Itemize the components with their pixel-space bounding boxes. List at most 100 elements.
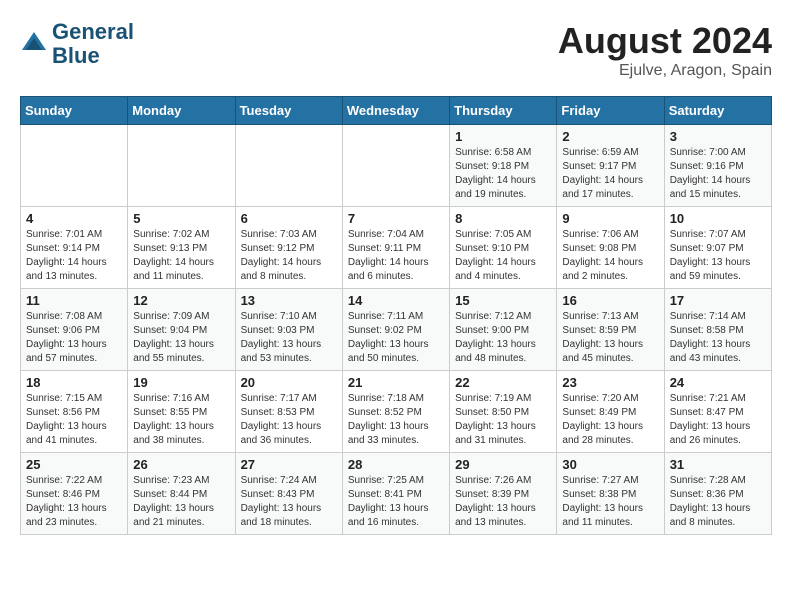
day-number: 18	[26, 375, 122, 390]
calendar-cell: 31 Sunrise: 7:28 AMSunset: 8:36 PMDayligh…	[664, 453, 771, 535]
weekday-header: Saturday	[664, 97, 771, 125]
calendar-table: SundayMondayTuesdayWednesdayThursdayFrid…	[20, 96, 772, 535]
day-info: Sunrise: 7:01 AMSunset: 9:14 PMDaylight:…	[26, 228, 122, 284]
calendar-cell: 27 Sunrise: 7:24 AMSunset: 8:43 PMDayligh…	[235, 453, 342, 535]
weekday-header: Thursday	[450, 97, 557, 125]
header-row: SundayMondayTuesdayWednesdayThursdayFrid…	[21, 97, 772, 125]
calendar-cell: 20 Sunrise: 7:17 AMSunset: 8:53 PMDayligh…	[235, 371, 342, 453]
day-info: Sunrise: 7:16 AMSunset: 8:55 PMDaylight:…	[133, 392, 229, 448]
day-info: Sunrise: 7:17 AMSunset: 8:53 PMDaylight:…	[241, 392, 337, 448]
calendar-cell: 3 Sunrise: 7:00 AMSunset: 9:16 PMDaylight…	[664, 125, 771, 207]
calendar-cell: 10 Sunrise: 7:07 AMSunset: 9:07 PMDayligh…	[664, 207, 771, 289]
day-info: Sunrise: 7:28 AMSunset: 8:36 PMDaylight:…	[670, 474, 766, 530]
day-number: 6	[241, 211, 337, 226]
day-info: Sunrise: 7:26 AMSunset: 8:39 PMDaylight:…	[455, 474, 551, 530]
day-info: Sunrise: 7:27 AMSunset: 8:38 PMDaylight:…	[562, 474, 658, 530]
calendar-cell	[128, 125, 235, 207]
calendar-cell: 6 Sunrise: 7:03 AMSunset: 9:12 PMDaylight…	[235, 207, 342, 289]
day-info: Sunrise: 7:03 AMSunset: 9:12 PMDaylight:…	[241, 228, 337, 284]
day-number: 17	[670, 293, 766, 308]
logo-line2: Blue	[52, 44, 134, 68]
calendar-cell: 16 Sunrise: 7:13 AMSunset: 8:59 PMDayligh…	[557, 289, 664, 371]
day-number: 8	[455, 211, 551, 226]
day-info: Sunrise: 7:12 AMSunset: 9:00 PMDaylight:…	[455, 310, 551, 366]
calendar-week-row: 18Sunrise: 7:15 AMSunset: 8:56 PMDayligh…	[21, 371, 772, 453]
day-info: Sunrise: 6:59 AMSunset: 9:17 PMDaylight:…	[562, 146, 658, 202]
day-info: Sunrise: 7:19 AMSunset: 8:50 PMDaylight:…	[455, 392, 551, 448]
day-info: Sunrise: 7:23 AMSunset: 8:44 PMDaylight:…	[133, 474, 229, 530]
calendar-cell: 22 Sunrise: 7:19 AMSunset: 8:50 PMDayligh…	[450, 371, 557, 453]
calendar-cell: 25Sunrise: 7:22 AMSunset: 8:46 PMDayligh…	[21, 453, 128, 535]
day-number: 24	[670, 375, 766, 390]
day-info: Sunrise: 7:00 AMSunset: 9:16 PMDaylight:…	[670, 146, 766, 202]
day-number: 16	[562, 293, 658, 308]
day-number: 27	[241, 457, 337, 472]
calendar-cell: 17 Sunrise: 7:14 AMSunset: 8:58 PMDayligh…	[664, 289, 771, 371]
calendar-cell: 23 Sunrise: 7:20 AMSunset: 8:49 PMDayligh…	[557, 371, 664, 453]
calendar-week-row: 11 Sunrise: 7:08 AMSunset: 9:06 PMDayligh…	[21, 289, 772, 371]
calendar-body: 1 Sunrise: 6:58 AMSunset: 9:18 PMDaylight…	[21, 125, 772, 535]
day-number: 7	[348, 211, 444, 226]
day-number: 26	[133, 457, 229, 472]
location: Ejulve, Aragon, Spain	[558, 62, 772, 80]
calendar-cell: 2 Sunrise: 6:59 AMSunset: 9:17 PMDaylight…	[557, 125, 664, 207]
calendar-cell	[21, 125, 128, 207]
calendar-cell: 21 Sunrise: 7:18 AMSunset: 8:52 PMDayligh…	[342, 371, 449, 453]
day-number: 14	[348, 293, 444, 308]
day-info: Sunrise: 7:25 AMSunset: 8:41 PMDaylight:…	[348, 474, 444, 530]
day-number: 11	[26, 293, 122, 308]
day-number: 10	[670, 211, 766, 226]
day-number: 12	[133, 293, 229, 308]
calendar-cell: 15 Sunrise: 7:12 AMSunset: 9:00 PMDayligh…	[450, 289, 557, 371]
day-info: Sunrise: 7:24 AMSunset: 8:43 PMDaylight:…	[241, 474, 337, 530]
day-info: Sunrise: 7:10 AMSunset: 9:03 PMDaylight:…	[241, 310, 337, 366]
calendar-cell: 24 Sunrise: 7:21 AMSunset: 8:47 PMDayligh…	[664, 371, 771, 453]
weekday-header: Sunday	[21, 97, 128, 125]
logo: General Blue	[20, 20, 134, 68]
calendar-cell: 30 Sunrise: 7:27 AMSunset: 8:38 PMDayligh…	[557, 453, 664, 535]
title-block: August 2024 Ejulve, Aragon, Spain	[558, 20, 772, 80]
calendar-cell: 1 Sunrise: 6:58 AMSunset: 9:18 PMDaylight…	[450, 125, 557, 207]
day-number: 9	[562, 211, 658, 226]
logo-text: General Blue	[52, 20, 134, 68]
calendar-cell: 19 Sunrise: 7:16 AMSunset: 8:55 PMDayligh…	[128, 371, 235, 453]
day-info: Sunrise: 7:06 AMSunset: 9:08 PMDaylight:…	[562, 228, 658, 284]
day-info: Sunrise: 7:05 AMSunset: 9:10 PMDaylight:…	[455, 228, 551, 284]
day-number: 1	[455, 129, 551, 144]
calendar-week-row: 1 Sunrise: 6:58 AMSunset: 9:18 PMDaylight…	[21, 125, 772, 207]
day-number: 25	[26, 457, 122, 472]
day-number: 15	[455, 293, 551, 308]
page-header: General Blue August 2024 Ejulve, Aragon,…	[20, 20, 772, 80]
calendar-cell: 18Sunrise: 7:15 AMSunset: 8:56 PMDayligh…	[21, 371, 128, 453]
day-info: Sunrise: 6:58 AMSunset: 9:18 PMDaylight:…	[455, 146, 551, 202]
weekday-header: Friday	[557, 97, 664, 125]
day-number: 3	[670, 129, 766, 144]
calendar-cell: 14Sunrise: 7:11 AMSunset: 9:02 PMDayligh…	[342, 289, 449, 371]
calendar-week-row: 4Sunrise: 7:01 AMSunset: 9:14 PMDaylight…	[21, 207, 772, 289]
day-number: 5	[133, 211, 229, 226]
calendar-header: SundayMondayTuesdayWednesdayThursdayFrid…	[21, 97, 772, 125]
day-info: Sunrise: 7:14 AMSunset: 8:58 PMDaylight:…	[670, 310, 766, 366]
day-info: Sunrise: 7:20 AMSunset: 8:49 PMDaylight:…	[562, 392, 658, 448]
day-number: 21	[348, 375, 444, 390]
day-number: 22	[455, 375, 551, 390]
calendar-cell: 29Sunrise: 7:26 AMSunset: 8:39 PMDayligh…	[450, 453, 557, 535]
month-year: August 2024	[558, 20, 772, 62]
day-number: 23	[562, 375, 658, 390]
day-number: 2	[562, 129, 658, 144]
day-number: 13	[241, 293, 337, 308]
day-info: Sunrise: 7:08 AMSunset: 9:06 PMDaylight:…	[26, 310, 122, 366]
calendar-cell: 8 Sunrise: 7:05 AMSunset: 9:10 PMDaylight…	[450, 207, 557, 289]
day-info: Sunrise: 7:07 AMSunset: 9:07 PMDaylight:…	[670, 228, 766, 284]
day-number: 31	[670, 457, 766, 472]
calendar-cell	[235, 125, 342, 207]
calendar-cell: 7Sunrise: 7:04 AMSunset: 9:11 PMDaylight…	[342, 207, 449, 289]
calendar-cell: 26 Sunrise: 7:23 AMSunset: 8:44 PMDayligh…	[128, 453, 235, 535]
day-number: 20	[241, 375, 337, 390]
day-info: Sunrise: 7:18 AMSunset: 8:52 PMDaylight:…	[348, 392, 444, 448]
day-info: Sunrise: 7:21 AMSunset: 8:47 PMDaylight:…	[670, 392, 766, 448]
logo-icon	[20, 30, 48, 58]
day-number: 30	[562, 457, 658, 472]
day-number: 19	[133, 375, 229, 390]
day-info: Sunrise: 7:13 AMSunset: 8:59 PMDaylight:…	[562, 310, 658, 366]
